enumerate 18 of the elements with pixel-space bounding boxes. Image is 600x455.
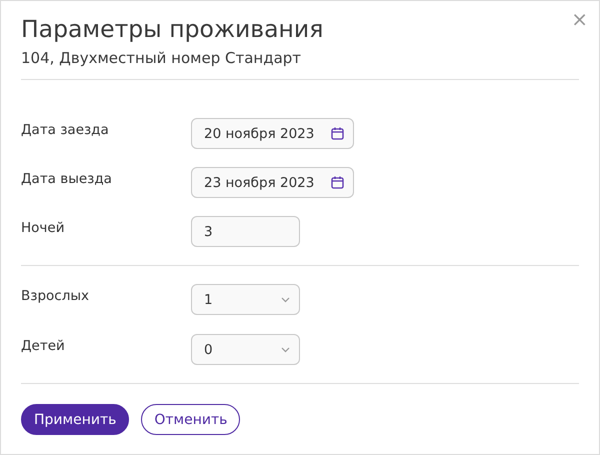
dialog-subtitle: 104, Двухместный номер Стандарт	[21, 49, 302, 67]
calendar-icon[interactable]	[331, 176, 344, 189]
chevron-down-icon	[281, 346, 290, 352]
number-field[interactable]: 3	[191, 216, 300, 247]
dropdown[interactable]: 1	[191, 284, 300, 315]
field-label: Детей	[21, 338, 66, 354]
calendar-icon[interactable]	[331, 127, 344, 140]
dropdown[interactable]: 0	[191, 334, 300, 365]
field-label: Дата выезда	[21, 170, 113, 186]
date-field[interactable]: 23 ноября 2023	[191, 167, 354, 198]
cancel-button[interactable]: Отменить	[141, 404, 240, 435]
date-field[interactable]: 20 ноября 2023	[191, 118, 354, 149]
chevron-down-icon	[281, 296, 290, 302]
field-label: Взрослых	[21, 288, 90, 304]
dialog-title: Параметры проживания	[21, 15, 324, 43]
field-label: Дата заезда	[21, 122, 110, 138]
apply-button[interactable]: Применить	[21, 404, 130, 435]
field-label: Ночей	[21, 220, 66, 236]
